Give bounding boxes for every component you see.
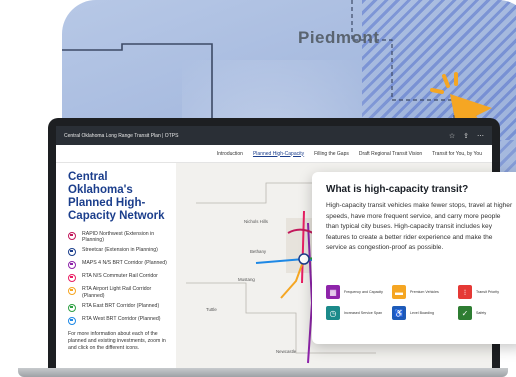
legend-item: RAPID Northwest (Extension in Planning) [68, 231, 168, 243]
vehicle-icon: ▬ [392, 285, 406, 299]
legend-item: RTA N/S Commuter Rail Corridor [68, 273, 168, 283]
legend-label: RTA N/S Commuter Rail Corridor [82, 273, 158, 280]
map-place-label: Mustang [238, 277, 255, 282]
legend-item: MAPS 4 N/S BRT Corridor (Planned) [68, 260, 168, 270]
feature-item: ▦ Frequency and Capacity [326, 285, 392, 299]
bus-icon [68, 232, 76, 240]
map-place-label: Tuttle [206, 307, 217, 312]
feature-label: Increased Service Span [344, 310, 383, 315]
feature-item: ◷ Increased Service Span [326, 306, 392, 320]
nav-transit-for-you[interactable]: Transit for You, by You [432, 151, 482, 157]
info-popup: What is high-capacity transit? High-capa… [312, 172, 516, 344]
stage: Piedmont Central Oklahoma Long Range Tra… [0, 0, 516, 377]
legend-label: RTA Airport Light Rail Corridor (Planned… [82, 286, 152, 299]
star-icon[interactable]: ☆ [449, 132, 455, 140]
feature-label: Transit Priority [476, 289, 500, 294]
feature-item: ▬ Premium Vehicles [392, 285, 458, 299]
nav-filling-the-gaps[interactable]: Filling the Gaps [314, 151, 349, 157]
feature-item: ✓ Safety [458, 306, 516, 320]
feature-item: ⁝ Transit Priority [458, 285, 516, 299]
legend-item: RTA East BRT Corridor (Planned) [68, 303, 168, 312]
sidebar-note: For more information about each of the p… [68, 330, 166, 351]
sidebar: Central Oklahoma's Planned High-Capacity… [56, 163, 176, 376]
streetcar-icon [68, 248, 76, 257]
bus-icon [68, 261, 76, 270]
shield-check-icon: ✓ [458, 306, 472, 320]
train-icon [68, 287, 76, 296]
legend-label: RAPID Northwest (Extension in Planning) [82, 231, 155, 244]
section-nav: Introduction Planned High-Capacity Filli… [56, 145, 492, 163]
share-icon[interactable]: ⇪ [463, 132, 469, 140]
popup-title: What is high-capacity transit? [326, 184, 469, 195]
legend-item: RTA West BRT Corridor (Planned) [68, 316, 168, 325]
map-label: Piedmont [298, 28, 380, 47]
feature-item: ♿ Level Boarding [392, 306, 458, 320]
feature-label: Frequency and Capacity [344, 289, 383, 294]
legend-label: RTA East BRT Corridor (Planned) [82, 302, 160, 309]
bus-icon [68, 303, 76, 312]
bus-icon [68, 316, 76, 325]
window-titlebar: Central Oklahoma Long Range Transit Plan… [56, 126, 492, 145]
nav-planned-high-capacity[interactable]: Planned High-Capacity [253, 151, 304, 157]
signal-icon: ⁝ [458, 285, 472, 299]
popup-body: High-capacity transit vehicles make fewe… [326, 202, 513, 251]
legend-item: Streetcar (Extension in Planning) [68, 247, 168, 257]
more-icon[interactable]: ⋯ [477, 132, 484, 140]
sidebar-title: Central Oklahoma's Planned High-Capacity… [68, 171, 165, 222]
legend-item: RTA Airport Light Rail Corridor (Planned… [68, 286, 168, 299]
nav-draft-regional-transit-vision[interactable]: Draft Regional Transit Vision [359, 151, 422, 157]
feature-label: Safety [476, 310, 487, 315]
map-place-label: Bethany [250, 249, 267, 254]
window-title: Central Oklahoma Long Range Transit Plan… [64, 132, 179, 139]
bus-group-icon: ▦ [326, 285, 340, 299]
map-place-label: Nichols Hills [244, 219, 269, 224]
clock-icon: ◷ [326, 306, 340, 320]
feature-label: Level Boarding [410, 310, 434, 315]
train-icon [68, 274, 76, 283]
feature-label: Premium Vehicles [410, 289, 439, 294]
legend-label: MAPS 4 N/S BRT Corridor (Planned) [82, 260, 167, 267]
map-place-label: Newcastle [276, 349, 297, 354]
laptop-base [18, 368, 508, 377]
legend-label: Streetcar (Extension in Planning) [82, 247, 158, 254]
accessible-icon: ♿ [392, 306, 406, 320]
feature-grid: ▦ Frequency and Capacity ▬ Premium Vehic… [326, 285, 516, 320]
legend-label: RTA West BRT Corridor (Planned) [82, 315, 161, 322]
nav-introduction[interactable]: Introduction [217, 151, 243, 157]
